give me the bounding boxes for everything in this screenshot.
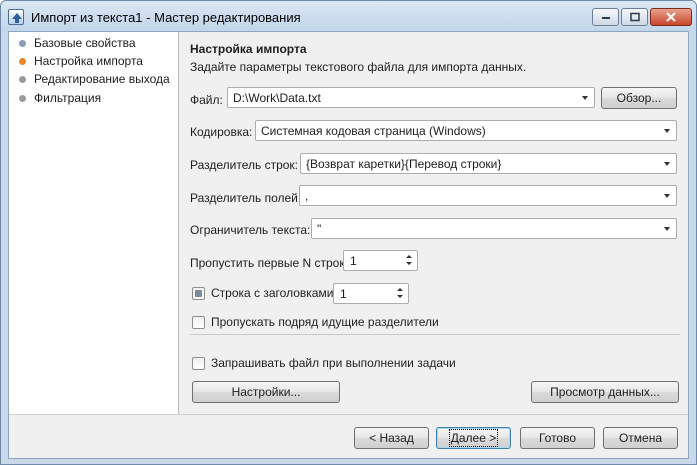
chevron-down-icon [664, 227, 670, 231]
footer-divider [9, 414, 688, 415]
close-icon [666, 12, 676, 22]
chevron-down-icon [664, 129, 670, 133]
cancel-button[interactable]: Отмена [603, 427, 678, 449]
file-value: D:\Work\Data.txt [233, 91, 321, 105]
field-separator-value: , [305, 189, 309, 203]
field-separator-combo[interactable]: , [299, 185, 677, 206]
next-button-label: Далее > [448, 429, 499, 447]
spin-up-icon[interactable] [397, 288, 403, 291]
chevron-down-icon [664, 194, 670, 198]
skip-rows-spinner[interactable]: 1 [343, 250, 418, 271]
file-label: Файл: [190, 93, 223, 107]
encoding-combo[interactable]: Системная кодовая страница (Windows) [255, 120, 677, 141]
step-label: Фильтрация [34, 91, 102, 105]
chevron-down-icon [582, 96, 588, 100]
steps-sidebar: Базовые свойства Настройка импорта Редак… [9, 32, 179, 414]
app-icon [8, 9, 24, 25]
back-button[interactable]: < Назад [354, 427, 429, 449]
row-separator-value: {Возврат каретки}{Перевод строки} [306, 157, 502, 171]
row-separator-label: Разделитель строк: [190, 158, 299, 172]
header-row-checkbox[interactable] [192, 287, 205, 300]
wizard-client: Базовые свойства Настройка импорта Редак… [8, 31, 689, 459]
section-title: Настройка импорта [190, 42, 307, 56]
finish-button[interactable]: Готово [520, 427, 595, 449]
text-qualifier-combo[interactable]: " [311, 218, 677, 239]
step-pending-icon [19, 75, 26, 83]
settings-button[interactable]: Настройки... [192, 381, 340, 403]
step-basic-properties[interactable]: Базовые свойства [19, 35, 136, 51]
header-row-label: Строка с заголовками: [211, 286, 337, 300]
chevron-down-icon [664, 162, 670, 166]
minimize-button[interactable] [592, 8, 619, 26]
field-separator-label: Разделитель полей: [190, 191, 302, 205]
step-label: Базовые свойства [34, 36, 136, 50]
header-row-value: 1 [340, 287, 347, 301]
step-label: Настройка импорта [34, 54, 143, 68]
section-description: Задайте параметры текстового файла для и… [190, 60, 527, 74]
step-pending-icon [19, 94, 26, 102]
step-label: Редактирование выхода [34, 72, 170, 86]
step-output-editing[interactable]: Редактирование выхода [19, 71, 170, 87]
ask-file-checkbox[interactable] [192, 357, 205, 370]
maximize-button[interactable] [621, 8, 648, 26]
browse-button[interactable]: Обзор... [601, 87, 677, 109]
step-filtering[interactable]: Фильтрация [19, 90, 101, 106]
step-active-icon [19, 57, 26, 65]
main-panel: Настройка импорта Задайте параметры текс… [180, 32, 688, 414]
skip-rows-value: 1 [350, 254, 357, 268]
close-button[interactable] [650, 8, 692, 26]
wizard-window: Импорт из текста1 - Мастер редактировани… [0, 0, 697, 465]
ask-file-label: Запрашивать файл при выполнении задачи [211, 356, 456, 370]
encoding-value: Системная кодовая страница (Windows) [261, 124, 486, 138]
skip-consecutive-label: Пропускать подряд идущие разделители [211, 315, 439, 329]
window-title: Импорт из текста1 - Мастер редактировани… [31, 10, 301, 25]
preview-data-button[interactable]: Просмотр данных... [531, 381, 679, 403]
skip-consecutive-checkbox[interactable] [192, 316, 205, 329]
spin-down-icon[interactable] [397, 295, 403, 298]
text-qualifier-label: Ограничитель текста: [190, 223, 311, 237]
spin-up-icon[interactable] [406, 255, 412, 258]
divider [190, 334, 680, 335]
step-import-settings[interactable]: Настройка импорта [19, 53, 143, 69]
title-bar[interactable]: Импорт из текста1 - Мастер редактировани… [1, 1, 696, 31]
skip-rows-label: Пропустить первые N строк: [190, 256, 348, 270]
header-row-spinner[interactable]: 1 [333, 283, 409, 304]
step-done-icon [19, 39, 26, 47]
row-separator-combo[interactable]: {Возврат каретки}{Перевод строки} [300, 153, 677, 174]
spin-down-icon[interactable] [406, 262, 412, 265]
encoding-label: Кодировка: [190, 125, 253, 139]
text-qualifier-value: " [317, 222, 322, 236]
next-button[interactable]: Далее > [436, 427, 511, 449]
file-combo[interactable]: D:\Work\Data.txt [227, 87, 595, 108]
